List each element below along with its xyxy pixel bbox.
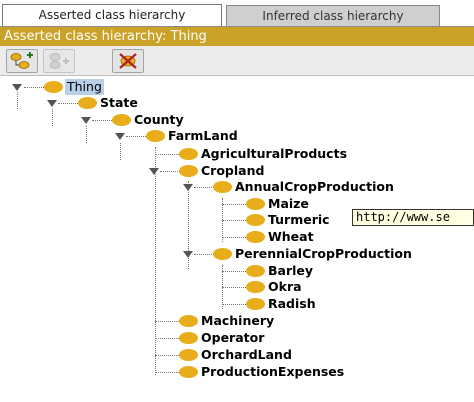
collapse-toggle-icon[interactable] [47,100,57,107]
tab-asserted-class-hierarchy[interactable]: Asserted class hierarchy [2,4,222,27]
class-label: State [100,95,138,110]
panel-title: Asserted class hierarchy: Thing [0,27,474,46]
collapse-toggle-icon[interactable] [149,168,159,175]
class-label: Thing [65,79,104,95]
class-icon [179,315,198,327]
collapse-toggle-icon[interactable] [12,84,22,91]
class-icon [78,97,97,109]
class-label: Machinery [201,313,275,328]
tree-connector [155,355,179,356]
class-label: Cropland [201,163,265,178]
collapse-toggle-icon[interactable] [183,184,193,191]
class-label: County [134,112,184,127]
tree-connector [194,187,214,188]
class-icon [146,130,165,142]
class-icon [246,231,265,243]
tree-connector [58,103,78,104]
class-icon [179,366,198,378]
class-label: PerennialCropProduction [235,246,412,261]
add-subclass-button[interactable] [6,49,38,73]
tree-connector [155,372,179,373]
tree-connector [222,271,246,272]
tab-bar: Asserted class hierarchy Inferred class … [0,0,474,27]
class-label: Radish [268,296,316,311]
class-label: Turmeric [268,212,330,227]
class-label: Maize [268,196,309,211]
tree-connector [222,237,246,238]
class-icon [246,265,265,277]
class-icon [179,349,198,361]
class-label: OrchardLand [201,347,292,362]
tree-connector [126,136,146,137]
class-icon [44,81,63,93]
class-icon [246,214,265,226]
tab-inferred-class-hierarchy[interactable]: Inferred class hierarchy [226,5,440,27]
class-label: FarmLand [168,128,238,143]
class-label: Barley [268,263,314,278]
class-label: Wheat [268,229,314,244]
class-icon [179,332,198,344]
tree-connector [160,171,180,172]
toolbar [0,46,474,76]
tree-connector [52,109,53,126]
class-icon [213,248,232,260]
class-icon [246,198,265,210]
tree-connector [222,220,246,221]
add-sibling-icon [49,53,69,69]
delete-class-button[interactable] [112,49,144,73]
add-sibling-button[interactable] [43,49,75,73]
add-subclass-icon [10,52,33,69]
class-icon [246,281,265,293]
tree-connector [222,304,246,305]
class-icon [179,165,198,177]
class-icon [246,298,265,310]
class-icon [213,181,232,193]
class-label: AnnualCropProduction [235,179,394,194]
collapse-toggle-icon[interactable] [115,133,125,140]
tree-connector [155,147,156,375]
tree-connector [155,154,179,155]
tree-connector [222,287,246,288]
class-label: AgriculturalProducts [201,146,348,161]
class-icon [179,148,198,160]
class-hierarchy-tree[interactable]: Thing State County FarmLand Agricultural… [0,77,474,402]
uri-tooltip: http://www.se [352,209,474,226]
collapse-toggle-icon[interactable] [183,251,193,258]
tree-connector [92,120,112,121]
tree-connector [194,254,214,255]
tree-connector [17,92,18,109]
class-label: Okra [268,279,302,294]
tree-connector [24,87,44,88]
collapse-toggle-icon[interactable] [81,117,91,124]
class-label: Operator [201,330,265,345]
class-label: ProductionExpenses [201,364,345,379]
tree-connector [222,204,246,205]
tree-connector [155,321,179,322]
class-icon [112,114,131,126]
tree-connector [120,143,121,160]
tree-connector [155,338,179,339]
tree-connector [86,126,87,143]
delete-class-icon [119,53,137,69]
